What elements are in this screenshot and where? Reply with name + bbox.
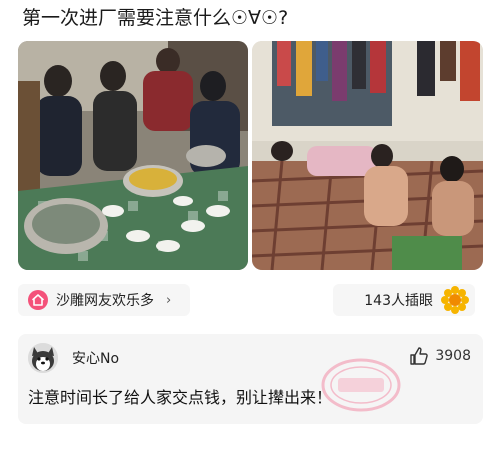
comment-text: 注意时间长了给人家交点钱，别让撵出来！ [28,388,333,407]
bookmark-count-chip[interactable]: 143人插眼 [333,284,475,316]
post-title: 第一次进厂需要注意什么☉∀☉? [22,7,289,29]
house-icon [28,290,48,310]
comment-username[interactable]: 安心No [72,348,119,368]
avatar[interactable] [28,343,58,373]
bookmark-count-label: 143人插眼 [364,293,433,309]
thumbs-up-icon [410,347,429,365]
post-photo-dorm[interactable] [252,41,483,270]
husky-dog-icon [28,343,58,373]
top-comment-card[interactable]: 安心No 3908 注意时间长了给人家交点钱，别让撵出来！ [18,334,483,424]
post-photo-dinner[interactable] [18,41,248,270]
post-page: 第一次进厂需要注意什么☉∀☉? 沙雕网友欢乐多 › 143人插眼 安心No 39… [0,0,500,455]
like-count: 3908 [435,348,471,364]
like-button[interactable]: 3908 [409,346,471,366]
chevron-right-icon: › [166,292,172,308]
topic-label: 沙雕网友欢乐多 [56,293,154,309]
topic-chip[interactable]: 沙雕网友欢乐多 › [18,284,190,316]
sunflower-icon [441,286,469,314]
